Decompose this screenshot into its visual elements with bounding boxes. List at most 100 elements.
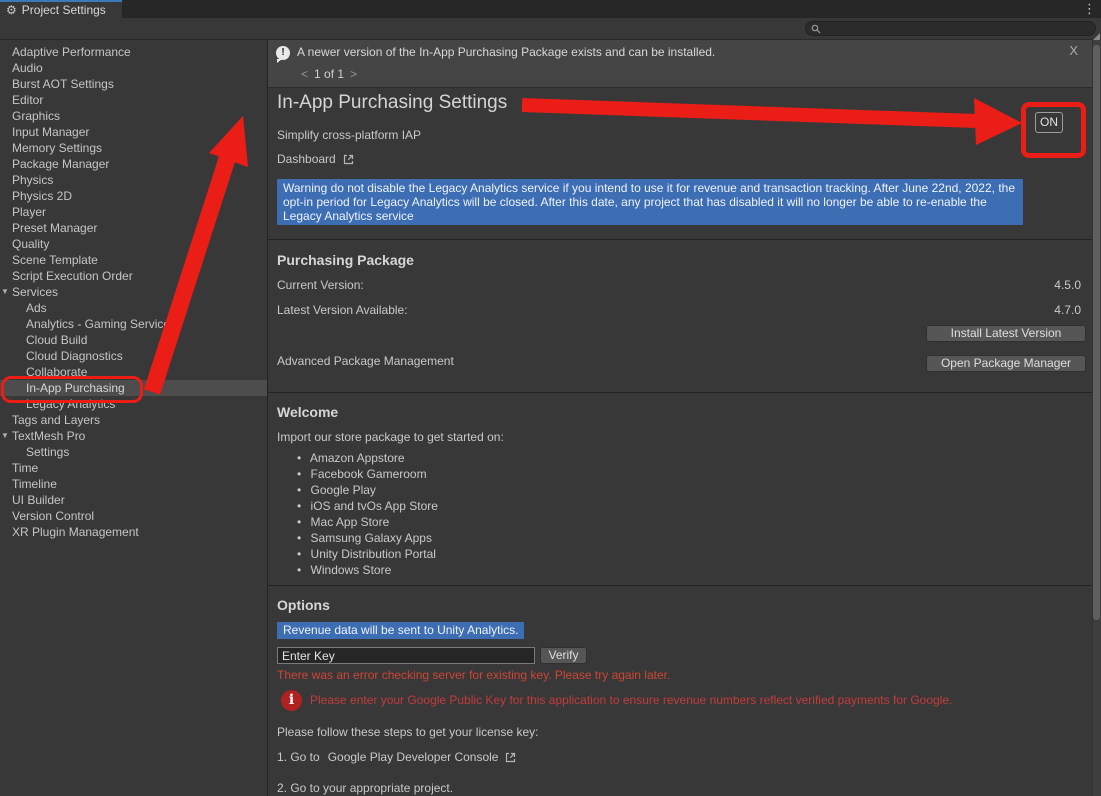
scrollbar-thumb[interactable]: [1093, 45, 1100, 620]
sidebar-item[interactable]: Analytics - Gaming Services: [0, 316, 267, 332]
sidebar-item-label: UI Builder: [12, 493, 65, 507]
store-list-item: Google Play: [297, 482, 438, 498]
purchasing-package-heading: Purchasing Package: [277, 252, 414, 268]
sidebar-item[interactable]: Player: [0, 204, 267, 220]
sidebar-item-label: Version Control: [12, 509, 94, 523]
sidebar-item-label: Cloud Build: [26, 333, 87, 347]
sidebar-item-label: Collaborate: [26, 365, 87, 379]
sidebar-item[interactable]: Script Execution Order: [0, 268, 267, 284]
install-latest-version-button[interactable]: Install Latest Version: [926, 325, 1086, 342]
open-package-manager-button[interactable]: Open Package Manager: [926, 355, 1086, 372]
store-list-item: Windows Store: [297, 562, 438, 578]
store-name: Facebook Gameroom: [311, 467, 427, 481]
sidebar-item-label: Ads: [26, 301, 47, 315]
search-icon: [811, 24, 821, 34]
sidebar-item-label: In-App Purchasing: [26, 381, 125, 395]
error-info-icon: i: [281, 690, 302, 711]
search-input[interactable]: [821, 22, 1085, 36]
sidebar-item-label: XR Plugin Management: [12, 525, 139, 539]
sidebar-item[interactable]: Graphics: [0, 108, 267, 124]
store-list-item: Facebook Gameroom: [297, 466, 438, 482]
sidebar-item-label: Physics 2D: [12, 189, 72, 203]
sidebar-item[interactable]: Settings: [0, 444, 267, 460]
legacy-analytics-warning: Warning do not disable the Legacy Analyt…: [277, 179, 1023, 225]
section-divider: [268, 239, 1092, 240]
banner-close-button[interactable]: X: [1069, 43, 1078, 58]
sidebar-item-label: Preset Manager: [12, 221, 97, 235]
sidebar-item[interactable]: Burst AOT Settings: [0, 76, 267, 92]
sidebar-item-label: Analytics - Gaming Services: [26, 317, 176, 331]
sidebar-item[interactable]: Adaptive Performance: [0, 44, 267, 60]
sidebar-item-label: Services: [12, 285, 58, 299]
sidebar-item-label: Timeline: [12, 477, 57, 491]
sidebar-item[interactable]: Cloud Diagnostics: [0, 348, 267, 364]
sidebar-item[interactable]: Physics: [0, 172, 267, 188]
current-version-value: 4.5.0: [1054, 278, 1081, 292]
sidebar-item[interactable]: Memory Settings: [0, 140, 267, 156]
sidebar-item[interactable]: Audio: [0, 60, 267, 76]
search-box[interactable]: [805, 21, 1096, 36]
sidebar-item-label: Audio: [12, 61, 43, 75]
pager-next-button[interactable]: >: [350, 67, 357, 81]
sidebar-item-label: Time: [12, 461, 38, 475]
sidebar-item[interactable]: XR Plugin Management: [0, 524, 267, 540]
sidebar-item[interactable]: Physics 2D: [0, 188, 267, 204]
sidebar-item[interactable]: Input Manager: [0, 124, 267, 140]
sidebar-item-label: Physics: [12, 173, 53, 187]
google-key-note: Please enter your Google Public Key for …: [310, 693, 1080, 707]
sidebar-item[interactable]: Legacy Analytics: [0, 396, 267, 412]
verify-button[interactable]: Verify: [540, 647, 587, 664]
sidebar-item[interactable]: Preset Manager: [0, 220, 267, 236]
step-1-prefix: 1. Go to: [277, 750, 320, 764]
license-key-input[interactable]: [277, 647, 535, 664]
sidebar-item-label: Editor: [12, 93, 43, 107]
update-notification-banner: ! A newer version of the In-App Purchasi…: [268, 40, 1092, 88]
google-play-console-link[interactable]: Google Play Developer Console: [328, 750, 499, 764]
sidebar-item[interactable]: Time: [0, 460, 267, 476]
sidebar-item[interactable]: TextMesh Pro: [0, 428, 267, 444]
sidebar-item-label: Tags and Layers: [12, 413, 100, 427]
store-list: Amazon Appstore Facebook Gameroom Google…: [297, 450, 438, 578]
tab-title: Project Settings: [22, 3, 106, 17]
store-list-item: Mac App Store: [297, 514, 438, 530]
sidebar-item[interactable]: Quality: [0, 236, 267, 252]
store-name: Google Play: [311, 483, 376, 497]
sidebar-item-label: Legacy Analytics: [26, 397, 115, 411]
dashboard-link[interactable]: Dashboard: [277, 152, 355, 166]
sidebar-item[interactable]: Timeline: [0, 476, 267, 492]
section-divider: [268, 585, 1092, 586]
current-version-label: Current Version:: [277, 278, 364, 292]
settings-sidebar: Adaptive Performance Audio Burst AOT Set…: [0, 40, 267, 796]
store-name: Samsung Galaxy Apps: [311, 531, 432, 545]
sidebar-item[interactable]: Tags and Layers: [0, 412, 267, 428]
sidebar-item[interactable]: Scene Template: [0, 252, 267, 268]
sidebar-item-label: Memory Settings: [12, 141, 102, 155]
page-subtitle: Simplify cross-platform IAP: [277, 128, 421, 142]
sidebar-item[interactable]: Ads: [0, 300, 267, 316]
store-list-item: Unity Distribution Portal: [297, 546, 438, 562]
sidebar-item-label: Cloud Diagnostics: [26, 349, 123, 363]
sidebar-item[interactable]: Cloud Build: [0, 332, 267, 348]
pager-prev-button[interactable]: <: [301, 67, 308, 81]
sidebar-item-label: Package Manager: [12, 157, 109, 171]
sidebar-item[interactable]: Version Control: [0, 508, 267, 524]
sidebar-item[interactable]: Collaborate: [0, 364, 267, 380]
sidebar-item[interactable]: Services: [0, 284, 267, 300]
banner-message: A newer version of the In-App Purchasing…: [297, 45, 715, 59]
tab-project-settings[interactable]: ⚙ Project Settings: [0, 0, 122, 18]
options-heading: Options: [277, 597, 330, 613]
dashboard-link-label: Dashboard: [277, 152, 336, 166]
kebab-menu-icon[interactable]: ⋮: [1083, 1, 1095, 17]
sidebar-item[interactable]: Editor: [0, 92, 267, 108]
sidebar-item-label: Settings: [26, 445, 69, 459]
store-name: Amazon Appstore: [310, 451, 405, 465]
advanced-package-management-label: Advanced Package Management: [277, 354, 454, 368]
store-list-item: Samsung Galaxy Apps: [297, 530, 438, 546]
sidebar-item[interactable]: In-App Purchasing: [0, 380, 267, 396]
sidebar-item[interactable]: UI Builder: [0, 492, 267, 508]
latest-version-value: 4.7.0: [1054, 303, 1081, 317]
step-2: 2. Go to your appropriate project.: [277, 781, 453, 795]
iap-toggle-on-button[interactable]: ON: [1035, 112, 1063, 133]
sidebar-item[interactable]: Package Manager: [0, 156, 267, 172]
sidebar-item-label: Adaptive Performance: [12, 45, 131, 59]
